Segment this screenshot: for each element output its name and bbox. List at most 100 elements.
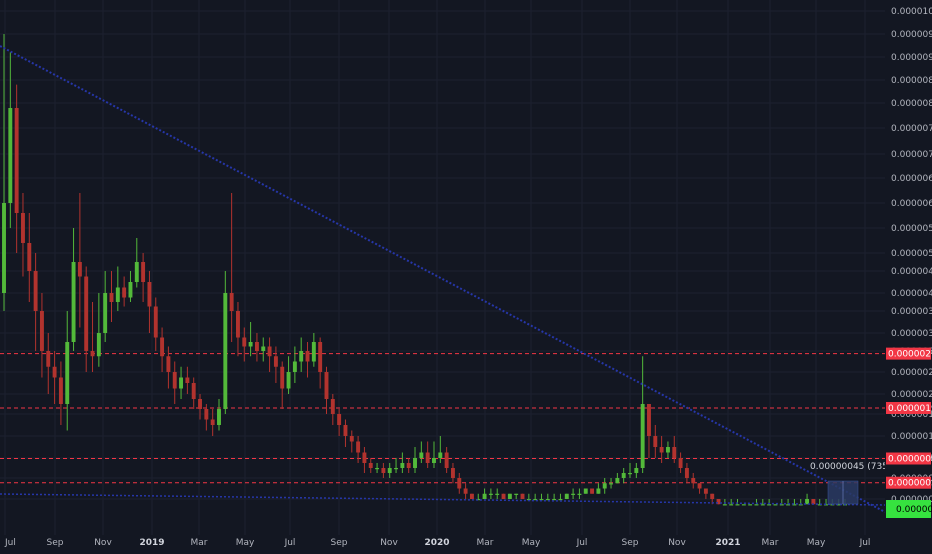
candle-body [672, 447, 677, 458]
candle-body [166, 356, 171, 372]
candle [469, 493, 474, 499]
y-tick-label: 0.00000460 [891, 267, 932, 277]
candle-body [115, 287, 120, 302]
candle-body [691, 478, 696, 484]
candle-body [450, 468, 455, 478]
candle-body [96, 333, 101, 357]
candle-body [349, 436, 354, 442]
candle-body [267, 346, 272, 357]
level-price-label: 0.00000099 [888, 455, 932, 465]
candle-body [564, 493, 569, 499]
candle [590, 488, 595, 494]
level-price-label: 0.00000295 [888, 350, 932, 360]
x-tick-label: Sep [331, 538, 348, 548]
level-price-label: 0.00000051 [888, 479, 932, 489]
x-tick-label: Mar [477, 538, 494, 548]
candle-body [337, 414, 342, 425]
candle-body [236, 311, 240, 338]
x-tick-label: Jul [284, 538, 296, 548]
candle-body [628, 473, 632, 475]
x-tick-label: Jul [576, 538, 588, 548]
candle-body [590, 488, 595, 494]
chart-container[interactable]: 0.00000045 (735.24%) 45 0.000010000.0000… [0, 0, 932, 550]
candle-body [198, 399, 202, 409]
candle-body [305, 351, 310, 362]
candle-body [52, 366, 57, 378]
x-tick-label: Nov [668, 538, 686, 548]
candle-body [653, 436, 658, 447]
candle-body [545, 499, 550, 501]
y-tick-label: 0.00000500 [891, 249, 932, 259]
candle-body [46, 351, 51, 367]
candle [773, 504, 778, 506]
x-tick-label: Nov [380, 538, 398, 548]
candle-body [577, 493, 582, 495]
candle-body [647, 404, 651, 436]
candle-body [558, 499, 563, 501]
candle-body [58, 377, 63, 404]
candle-body [185, 377, 190, 383]
candle-body [400, 463, 405, 468]
candle-body [103, 293, 108, 333]
x-tick-label: Mar [762, 538, 779, 548]
candle-body [299, 351, 304, 362]
y-tick-label: 0.00000600 [891, 199, 932, 209]
candle-body [362, 452, 367, 463]
candle-body [432, 458, 436, 463]
candle-body [223, 293, 228, 409]
candle-body [77, 262, 82, 277]
candle-body [596, 488, 601, 494]
y-tick-label: 0.00000420 [891, 289, 932, 299]
y-tick-label: 0.00000140 [891, 432, 932, 442]
candle-body [204, 409, 209, 420]
candle-body [254, 342, 259, 351]
candle-body [571, 493, 576, 495]
candle-body [583, 488, 588, 494]
x-tick-label: Jul [859, 538, 871, 548]
candle-body [286, 372, 291, 389]
y-tick-label: 0.00000220 [891, 390, 932, 400]
candle-body [665, 447, 670, 453]
candle-body [463, 488, 468, 494]
candle [501, 493, 506, 499]
candle [520, 493, 525, 499]
candle-body [640, 404, 645, 468]
candle-body [621, 473, 626, 478]
candle-body [39, 311, 44, 351]
candle-body [65, 342, 70, 404]
candle-body [602, 483, 607, 489]
y-tick-label: 0.00000900 [891, 53, 932, 63]
candle-body [703, 488, 708, 494]
candle-body [406, 463, 411, 468]
x-tick-label: May [522, 538, 541, 548]
candle-body [507, 493, 512, 499]
candle-body [501, 493, 506, 499]
candle-body [14, 108, 19, 213]
price-chart[interactable]: 0.00000045 (735.24%) 45 0.000010000.0000… [0, 0, 932, 550]
candle-body [419, 452, 424, 458]
y-tick-label: 0.00000550 [891, 224, 932, 234]
candle-body [514, 493, 519, 495]
candle-body [318, 342, 323, 372]
candle-body [128, 282, 133, 298]
candle-body [773, 504, 778, 506]
x-tick-label: Nov [94, 538, 112, 548]
x-tick-label: May [807, 538, 826, 548]
candle-body [172, 372, 177, 389]
candle-body [147, 282, 152, 307]
candle-body [8, 108, 13, 203]
candle-body [741, 504, 746, 506]
candle-body [767, 504, 772, 506]
candle-body [520, 493, 525, 499]
candle-body [387, 468, 392, 473]
candle-body [179, 377, 184, 389]
candle-body [311, 342, 316, 362]
candle [583, 488, 588, 494]
x-tick-label: 2021 [715, 538, 740, 548]
candle-body [381, 468, 386, 473]
candle-body [109, 293, 114, 302]
y-tick-label: 0.00000850 [891, 76, 932, 86]
candle-body [160, 337, 165, 357]
candle-body [375, 468, 380, 470]
candle-body [242, 337, 247, 347]
